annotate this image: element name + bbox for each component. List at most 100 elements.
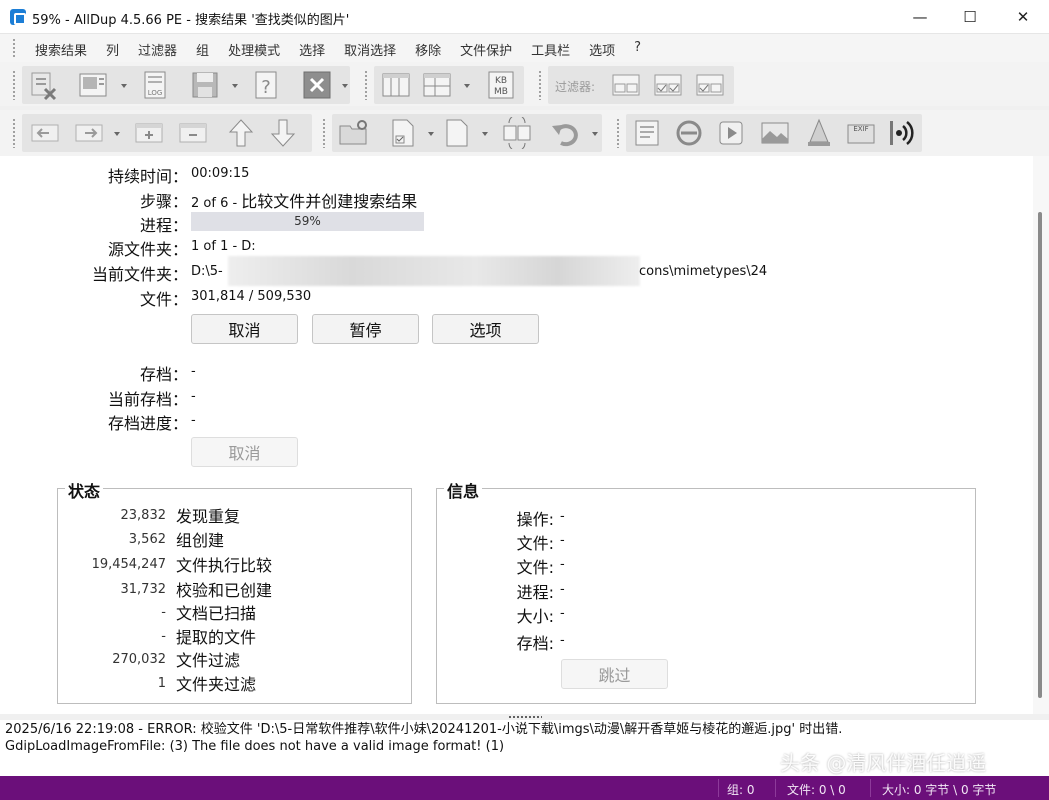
log-line-gdip: GdipLoadImageFromFile: (3) The file does… [5,739,505,754]
back-icon[interactable] [28,116,62,150]
menu-toolbar[interactable]: 工具栏 [531,40,570,59]
info-operation-value: - [560,509,565,524]
expand-all-icon[interactable] [132,116,166,150]
stat-duplicates-label: 发现重复 [176,507,241,526]
source-folder-value: 1 of 1 - D: [191,239,256,254]
status-groups: 组: 0 [727,783,755,797]
file-dropdown-icon[interactable] [482,132,488,136]
menubar-grip[interactable] [12,38,16,58]
status-separator [870,779,871,797]
toolbar-grip-4[interactable] [12,118,16,148]
toolbar-grip-6[interactable] [616,118,620,148]
stop-dropdown-icon[interactable] [342,84,348,88]
help-icon[interactable]: ? [249,68,283,102]
info-archive-value: - [560,633,565,648]
menu-remove[interactable]: 移除 [415,40,441,59]
menu-options[interactable]: 选项 [589,40,615,59]
check-file-icon[interactable] [386,116,420,150]
menu-select[interactable]: 选择 [299,40,325,59]
current-folder-label: 当前文件夹： [91,265,188,284]
skip-button[interactable]: 跳过 [561,659,668,689]
compare-icon[interactable] [500,116,534,150]
preview-icon[interactable] [76,68,110,102]
undo-icon[interactable] [548,116,582,150]
filter-checked-icon[interactable] [651,68,685,102]
svg-text:?: ? [261,77,271,98]
splitter-grip[interactable] [508,715,542,719]
stat-duplicates-count: 23,832 [120,508,167,523]
pause-button[interactable]: 暂停 [312,314,419,344]
stat-checksums-label: 校验和已创建 [176,581,273,600]
cancel-button[interactable]: 取消 [191,314,298,344]
menu-search-results[interactable]: 搜索结果 [35,40,87,59]
info-file2-value: - [560,557,565,572]
collapse-all-icon[interactable] [176,116,210,150]
svg-text:EXIF: EXIF [853,125,868,133]
menu-groups[interactable]: 组 [196,40,209,59]
browser-icon[interactable] [672,116,706,150]
toolbar-row-2: EXIF [0,110,1049,156]
archive-label: 存档： [139,365,188,384]
toolbar-grip[interactable] [12,70,16,100]
folder-settings-icon[interactable] [336,116,370,150]
move-down-icon[interactable] [266,116,300,150]
stat-groups-label: 组创建 [176,531,225,550]
toolbar-grip-2[interactable] [364,70,368,100]
maximize-button[interactable]: ☐ [944,0,996,34]
toolbar-row-1: LOG ? KB MB 过滤器: [0,62,1049,106]
layout-icon[interactable] [420,68,454,102]
menu-help[interactable]: ? [634,40,641,59]
save-dropdown-icon[interactable] [232,84,238,88]
media-player-icon[interactable] [714,116,748,150]
text-viewer-icon[interactable] [630,116,664,150]
menu-columns[interactable]: 列 [106,40,119,59]
audio-player-icon[interactable] [886,116,920,150]
forward-icon[interactable] [72,116,106,150]
filter-partial-icon[interactable] [693,68,727,102]
status-group-title: 状态 [65,478,104,502]
save-icon[interactable] [188,68,222,102]
columns-view-icon[interactable] [379,68,413,102]
clear-results-icon[interactable] [26,68,60,102]
minimize-button[interactable]: — [894,0,946,34]
step-label: 步骤： [139,192,188,211]
info-file-value: - [560,533,565,548]
toolbar-grip-3[interactable] [538,70,542,100]
scrollbar-thumb[interactable] [1038,212,1042,698]
status-files: 文件: 0 \ 0 [787,783,846,797]
undo-dropdown-icon[interactable] [592,132,598,136]
stat-compared-count: 19,454,247 [91,557,166,572]
menu-process-mode[interactable]: 处理模式 [228,40,280,59]
redacted-path [228,256,640,286]
file-icon[interactable] [440,116,474,150]
file-count-value: 301,814 / 509,530 [191,289,312,304]
toolbar-grip-5[interactable] [322,118,326,148]
archive-progress-label: 存档进度： [107,414,188,433]
filter-all-icon[interactable] [609,68,643,102]
move-up-icon[interactable] [224,116,258,150]
image-viewer-icon[interactable] [758,116,792,150]
menu-file-protection[interactable]: 文件保护 [460,40,512,59]
menu-filters[interactable]: 过滤器 [138,40,177,59]
preview-dropdown-icon[interactable] [121,84,127,88]
log-icon[interactable]: LOG [138,68,172,102]
stat-scanned-label: 文档已扫描 [176,604,257,623]
vlc-icon[interactable] [802,116,836,150]
info-size-label: 大小: [516,607,554,626]
close-button[interactable]: ✕ [997,0,1049,34]
menu-deselect[interactable]: 取消选择 [344,40,396,59]
stat-checksums-count: 31,732 [120,582,167,597]
forward-dropdown-icon[interactable] [114,132,120,136]
window-title: 59% - AllDup 4.5.66 PE - 搜索结果 '查找类似的图片' [32,13,350,28]
exif-icon[interactable]: EXIF [844,116,878,150]
check-file-dropdown-icon[interactable] [428,132,434,136]
options-button[interactable]: 选项 [432,314,539,344]
size-unit-icon[interactable]: KB MB [484,68,518,102]
current-folder-end: cons\mimetypes\24 [639,264,768,279]
svg-text:KB: KB [495,76,507,86]
archive-cancel-button[interactable]: 取消 [191,437,298,467]
layout-dropdown-icon[interactable] [464,84,470,88]
stat-compared-label: 文件执行比较 [176,556,273,575]
source-folder-label: 源文件夹： [107,240,188,259]
stop-icon[interactable] [300,68,334,102]
